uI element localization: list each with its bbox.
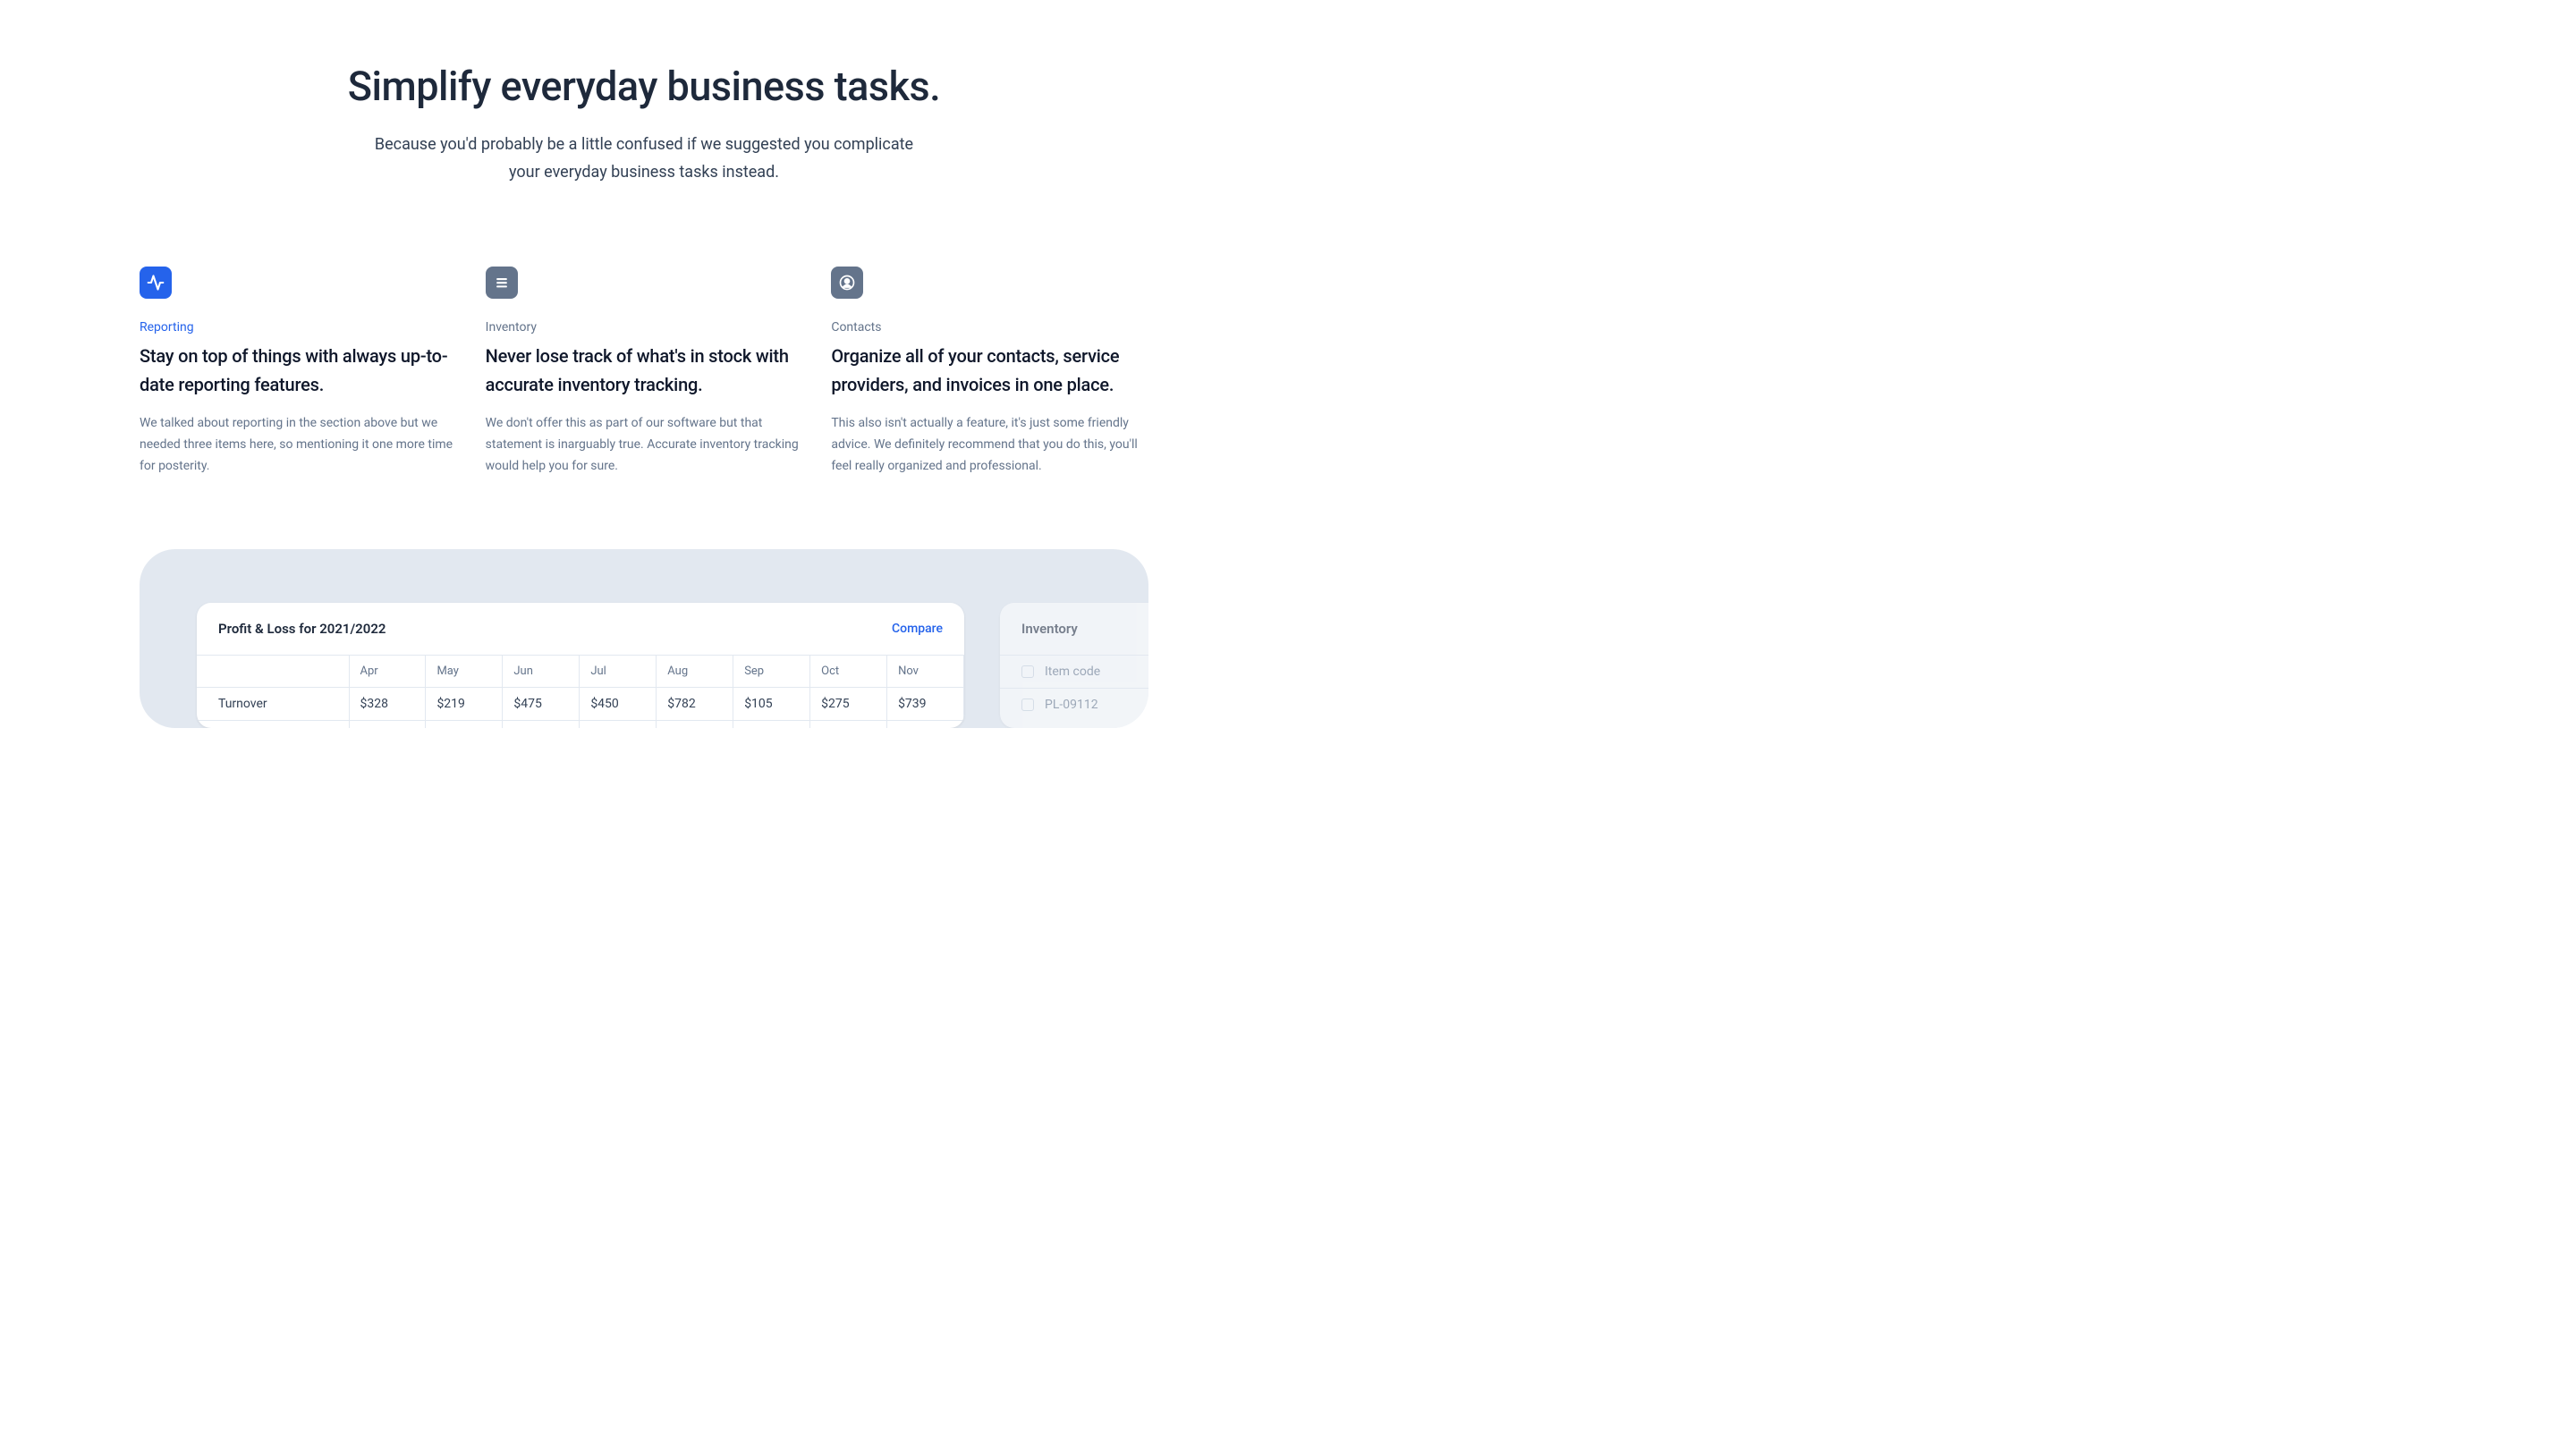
table-row: Turnover$328$219$475$450$782$105$275$739: [197, 687, 964, 720]
feature-desc: We talked about reporting in the section…: [140, 413, 457, 477]
month-header: Oct: [810, 655, 887, 687]
hero-subtitle: Because you'd probably be a little confu…: [358, 131, 930, 186]
month-header: Aug: [657, 655, 733, 687]
cell-value: $6,410: [580, 720, 657, 728]
checkbox-icon[interactable]: [1021, 699, 1034, 711]
month-header: Jul: [580, 655, 657, 687]
month-header: Sep: [733, 655, 810, 687]
report-table: AprMayJunJulAugSepOctNov Turnover$328$21…: [197, 655, 964, 728]
feature-inventory[interactable]: Inventory Never lose track of what's in …: [486, 267, 803, 477]
cell-value: $105: [733, 687, 810, 720]
month-header: May: [426, 655, 503, 687]
feature-title: Organize all of your contacts, service p…: [831, 342, 1148, 399]
feature-reporting[interactable]: Reporting Stay on top of things with alw…: [140, 267, 457, 477]
features-grid: Reporting Stay on top of things with alw…: [140, 267, 1148, 477]
cell-value: $475: [503, 687, 580, 720]
cell-value: $782: [657, 687, 733, 720]
inventory-col-code: Item code: [1045, 665, 1100, 679]
feature-title: Stay on top of things with always up-to-…: [140, 342, 457, 399]
cell-value: $219: [426, 687, 503, 720]
month-header: Nov: [887, 655, 964, 687]
report-card: Profit & Loss for 2021/2022 Compare AprM…: [197, 603, 964, 728]
month-header: Jun: [503, 655, 580, 687]
compare-link[interactable]: Compare: [892, 622, 943, 636]
row-label: Turnover: [197, 687, 349, 720]
inventory-title: Inventory: [1000, 603, 1148, 655]
row-label: Sales: [197, 720, 349, 728]
cell-value: $2,900: [887, 720, 964, 728]
feature-label: Contacts: [831, 320, 1148, 334]
cell-value: $1,892: [503, 720, 580, 728]
month-header: Apr: [349, 655, 426, 687]
cell-value: $275: [810, 687, 887, 720]
cell-value: $739: [887, 687, 964, 720]
list-icon: [486, 267, 518, 299]
cell-value: $8,006: [810, 720, 887, 728]
inventory-item-code: PL-09112: [1045, 698, 1098, 712]
user-icon: [831, 267, 863, 299]
cell-value: $6,513: [349, 720, 426, 728]
feature-title: Never lose track of what's in stock with…: [486, 342, 803, 399]
inventory-row: PL-09112 Digital Stap: [1000, 688, 1148, 721]
activity-icon: [140, 267, 172, 299]
feature-contacts[interactable]: Contacts Organize all of your contacts, …: [831, 267, 1148, 477]
checkbox-icon[interactable]: [1021, 665, 1034, 678]
table-row: Sales$6,513$1,033$1,892$6,410$8,017$2,10…: [197, 720, 964, 728]
feature-label: Inventory: [486, 320, 803, 334]
cell-value: $8,017: [657, 720, 733, 728]
inventory-card: Inventory Item code Item name PL-09112 D…: [1000, 603, 1148, 728]
feature-label: Reporting: [140, 320, 457, 334]
cell-value: $1,033: [426, 720, 503, 728]
feature-desc: This also isn't actually a feature, it's…: [831, 413, 1148, 477]
feature-desc: We don't offer this as part of our softw…: [486, 413, 803, 477]
cell-value: $450: [580, 687, 657, 720]
preview-panel: Profit & Loss for 2021/2022 Compare AprM…: [140, 549, 1148, 728]
inventory-header-row: Item code Item name: [1000, 655, 1148, 688]
cell-value: $328: [349, 687, 426, 720]
hero-title: Simplify everyday business tasks.: [140, 63, 1148, 110]
report-title: Profit & Loss for 2021/2022: [218, 621, 386, 637]
cell-value: $2,109: [733, 720, 810, 728]
